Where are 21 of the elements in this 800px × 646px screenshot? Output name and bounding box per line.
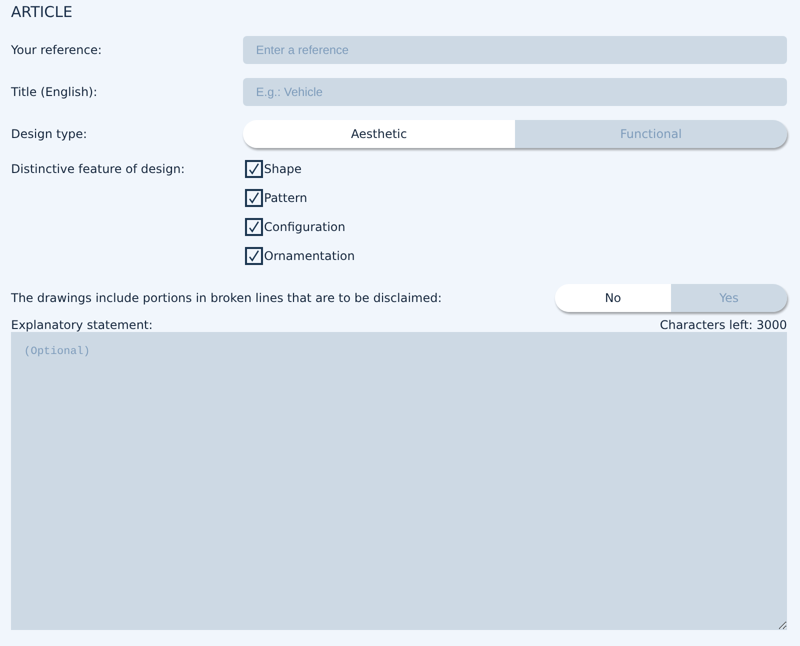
checkbox-label: Configuration (264, 220, 346, 234)
character-counter: Characters left: 3000 (660, 318, 787, 332)
checkbox[interactable] (245, 160, 263, 178)
field-label: Explanatory statement: (11, 318, 153, 332)
field-label: Design type: (11, 127, 88, 141)
checkbox-label: Shape (264, 162, 302, 176)
segment-option[interactable]: Aesthetic (243, 120, 515, 148)
checkbox-label: Pattern (264, 190, 308, 204)
checkbox[interactable] (245, 246, 263, 264)
segment-option[interactable]: No (555, 284, 671, 312)
checkbox[interactable] (245, 188, 263, 206)
section-title: ARTICLE (11, 3, 74, 21)
checkbox[interactable] (245, 218, 263, 236)
field-label: Title (English): (11, 85, 98, 99)
input-field[interactable]: E.g.: Vehicle (243, 78, 787, 106)
text-area[interactable]: (Optional) (11, 332, 787, 630)
checkbox-label: Ornamentation (264, 248, 355, 262)
input-field[interactable]: Enter a reference (243, 36, 787, 64)
field-label: The drawings include portions in broken lines that are to be disclaimed: (11, 291, 442, 305)
field-label: Distinctive feature of design: (11, 162, 186, 178)
field-label: Your reference: (11, 43, 102, 57)
